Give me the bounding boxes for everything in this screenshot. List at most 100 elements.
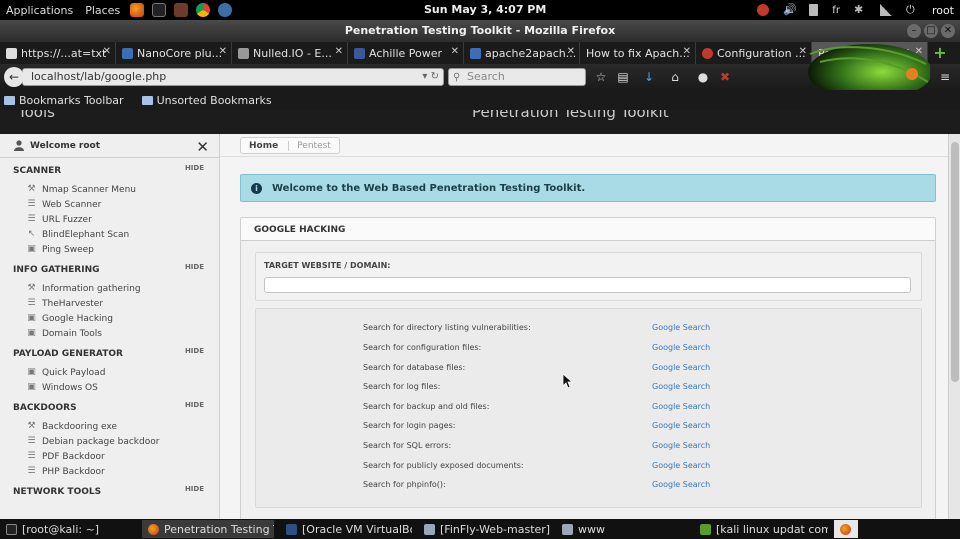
sidebar-item-nmap-scanner-menu[interactable]: ⚒ Nmap Scanner Menu	[0, 182, 219, 197]
target-domain-input[interactable]	[264, 277, 911, 293]
tray-app-icon[interactable]	[757, 4, 770, 16]
clipboard-icon[interactable]	[809, 4, 819, 16]
panel-title: GOOGLE HACKING	[241, 218, 935, 241]
sidebar-item-backdooring-exe[interactable]: ⚒ Backdooring exe	[0, 419, 219, 434]
task-folder-finfly[interactable]: [FinFly-Web-master]	[418, 520, 550, 538]
volume-icon[interactable]: 🔊	[783, 4, 797, 16]
new-tab-button[interactable]: +	[928, 42, 952, 64]
google-search-link[interactable]: Google Search	[652, 480, 710, 489]
sidebar-item-blindelephant-scan[interactable]: ↖ BlindElephant Scan	[0, 227, 219, 242]
task-virtualbox[interactable]: [Oracle VM VirtualBo...	[280, 520, 412, 538]
tab-2[interactable]: NanoCore plu... ✕	[116, 42, 232, 64]
armitage-launcher-icon[interactable]	[174, 3, 189, 17]
scrollbar-thumb[interactable]	[951, 142, 959, 382]
section-network-tools[interactable]: NETWORK TOOLS HIDE	[0, 479, 219, 503]
sidebar-item-domain-tools[interactable]: ▣ Domain Tools	[0, 326, 219, 341]
power-icon[interactable]: ⏻	[906, 4, 918, 16]
reload-icon[interactable]: ▾ ↻	[422, 69, 439, 85]
google-search-link[interactable]: Google Search	[652, 421, 710, 430]
sidebar-item-windows-os[interactable]: ▣ Windows OS	[0, 380, 219, 395]
bookmarks-toolbar-folder[interactable]: Bookmarks Toolbar	[4, 94, 124, 107]
page-scrollbar[interactable]	[948, 134, 960, 519]
applications-menu[interactable]: Applications	[0, 4, 79, 17]
close-tab-icon[interactable]: ✕	[219, 46, 227, 57]
cursor-icon: ↖	[27, 229, 36, 239]
sidebar-item-theharvester[interactable]: ☰ TheHarvester	[0, 296, 219, 311]
sidebar-item-label: Domain Tools	[42, 328, 102, 339]
close-tab-icon[interactable]: ✕	[103, 46, 111, 57]
facebook-icon	[354, 47, 365, 59]
google-search-link[interactable]: Google Search	[652, 323, 710, 332]
close-window-button[interactable]: ✕	[941, 24, 955, 38]
tab-5[interactable]: apache2apach... ✕	[464, 42, 580, 64]
home-icon[interactable]: ⌂	[668, 70, 682, 84]
search-bar[interactable]: ⚲ Search	[448, 68, 586, 86]
downloads-icon[interactable]: ↓	[642, 70, 656, 84]
task-editor[interactable]: [kali linux updat com...	[694, 520, 828, 538]
sidebar-item-url-fuzzer[interactable]: ☰ URL Fuzzer	[0, 212, 219, 227]
sidebar-item-label: PDF Backdoor	[42, 451, 105, 462]
hamburger-menu-icon[interactable]: ≡	[938, 70, 952, 84]
user-menu[interactable]: root	[932, 4, 954, 17]
hide-toggle[interactable]: HIDE	[185, 347, 204, 355]
google-search-link[interactable]: Google Search	[652, 402, 710, 411]
sidebar-item-information-gathering[interactable]: ⚒ Information gathering	[0, 281, 219, 296]
sidebar-item-label: BlindElephant Scan	[42, 229, 130, 240]
places-menu[interactable]: Places	[79, 4, 126, 17]
sidebar-item-google-hacking[interactable]: ▣ Google Hacking	[0, 311, 219, 326]
minimize-button[interactable]: –	[907, 24, 921, 38]
desktop-screen: Applications Places Sun May 3, 4:07 PM 🔊…	[0, 0, 960, 539]
task-firefox[interactable]: Penetration Testing T...	[142, 520, 274, 538]
back-button[interactable]: ←	[4, 67, 24, 87]
close-tab-icon[interactable]: ✕	[451, 46, 459, 57]
google-search-link[interactable]: Google Search	[652, 382, 710, 391]
breadcrumb-home[interactable]: Home	[241, 141, 288, 151]
section-payload-generator[interactable]: PAYLOAD GENERATOR HIDE	[0, 341, 219, 365]
close-tab-icon[interactable]: ✕	[683, 46, 691, 57]
tab-3[interactable]: Nulled.IO - E... ✕	[232, 42, 348, 64]
hide-toggle[interactable]: HIDE	[185, 164, 204, 172]
task-folder-www[interactable]: www	[556, 520, 688, 538]
chrome-launcher-icon[interactable]	[196, 3, 211, 17]
sidebar-item-debian-package-backdoor[interactable]: ☰ Debian package backdoor	[0, 434, 219, 449]
tab-6[interactable]: How to fix Apach... ✕	[580, 42, 696, 64]
google-search-link[interactable]: Google Search	[652, 343, 710, 352]
section-backdoors[interactable]: BACKDOORS HIDE	[0, 395, 219, 419]
network-signal-icon[interactable]	[879, 4, 892, 16]
section-info-gathering[interactable]: INFO GATHERING HIDE	[0, 257, 219, 281]
keyboard-layout-indicator[interactable]: fr	[832, 5, 840, 16]
google-search-link[interactable]: Google Search	[652, 363, 710, 372]
bookmark-star-icon[interactable]: ☆	[594, 70, 608, 84]
url-bar[interactable]: localhost/lab/google.php ▾ ↻	[22, 68, 444, 86]
tab-1[interactable]: https://...at=txt ✕	[0, 42, 116, 64]
section-scanner[interactable]: SCANNER HIDE	[0, 158, 219, 182]
task-firefox-extra[interactable]	[834, 520, 858, 538]
google-search-link[interactable]: Google Search	[652, 441, 710, 450]
sidebar-item-web-scanner[interactable]: ☰ Web Scanner	[0, 197, 219, 212]
sidebar-item-pdf-backdoor[interactable]: ☰ PDF Backdoor	[0, 449, 219, 464]
hide-toggle[interactable]: HIDE	[185, 401, 204, 409]
google-search-link[interactable]: Google Search	[652, 461, 710, 470]
main-content: Home Pentest i Welcome to the Web Based …	[220, 134, 948, 519]
close-tab-icon[interactable]: ✕	[567, 46, 575, 57]
virtualbox-icon	[286, 523, 297, 535]
hide-toggle[interactable]: HIDE	[185, 485, 204, 493]
panel-clock[interactable]: Sun May 3, 4:07 PM	[424, 3, 546, 16]
iceweasel-launcher-icon[interactable]	[218, 3, 233, 17]
terminal-launcher-icon[interactable]	[152, 3, 167, 17]
task-terminal[interactable]: [root@kali: ~]	[0, 520, 136, 538]
list-icon: ☰	[27, 298, 36, 308]
bluetooth-icon[interactable]: ✱	[854, 4, 866, 16]
sidebar-item-quick-payload[interactable]: ▣ Quick Payload	[0, 365, 219, 380]
firefox-launcher-icon[interactable]	[130, 3, 145, 17]
bookmarks-menu-icon[interactable]: ▤	[616, 70, 630, 84]
dork-row-login-pages: Search for login pages: Google Search	[256, 421, 923, 435]
tab-4[interactable]: Achille Power ✕	[348, 42, 464, 64]
sidebar-item-ping-sweep[interactable]: ▣ Ping Sweep	[0, 242, 219, 257]
sidebar-item-php-backdoor[interactable]: ☰ PHP Backdoor	[0, 464, 219, 479]
close-tab-icon[interactable]: ✕	[335, 46, 343, 57]
close-icon[interactable]: ✕	[196, 138, 209, 156]
hide-toggle[interactable]: HIDE	[185, 263, 204, 271]
maximize-button[interactable]: □	[924, 24, 938, 38]
unsorted-bookmarks-folder[interactable]: Unsorted Bookmarks	[141, 94, 272, 107]
